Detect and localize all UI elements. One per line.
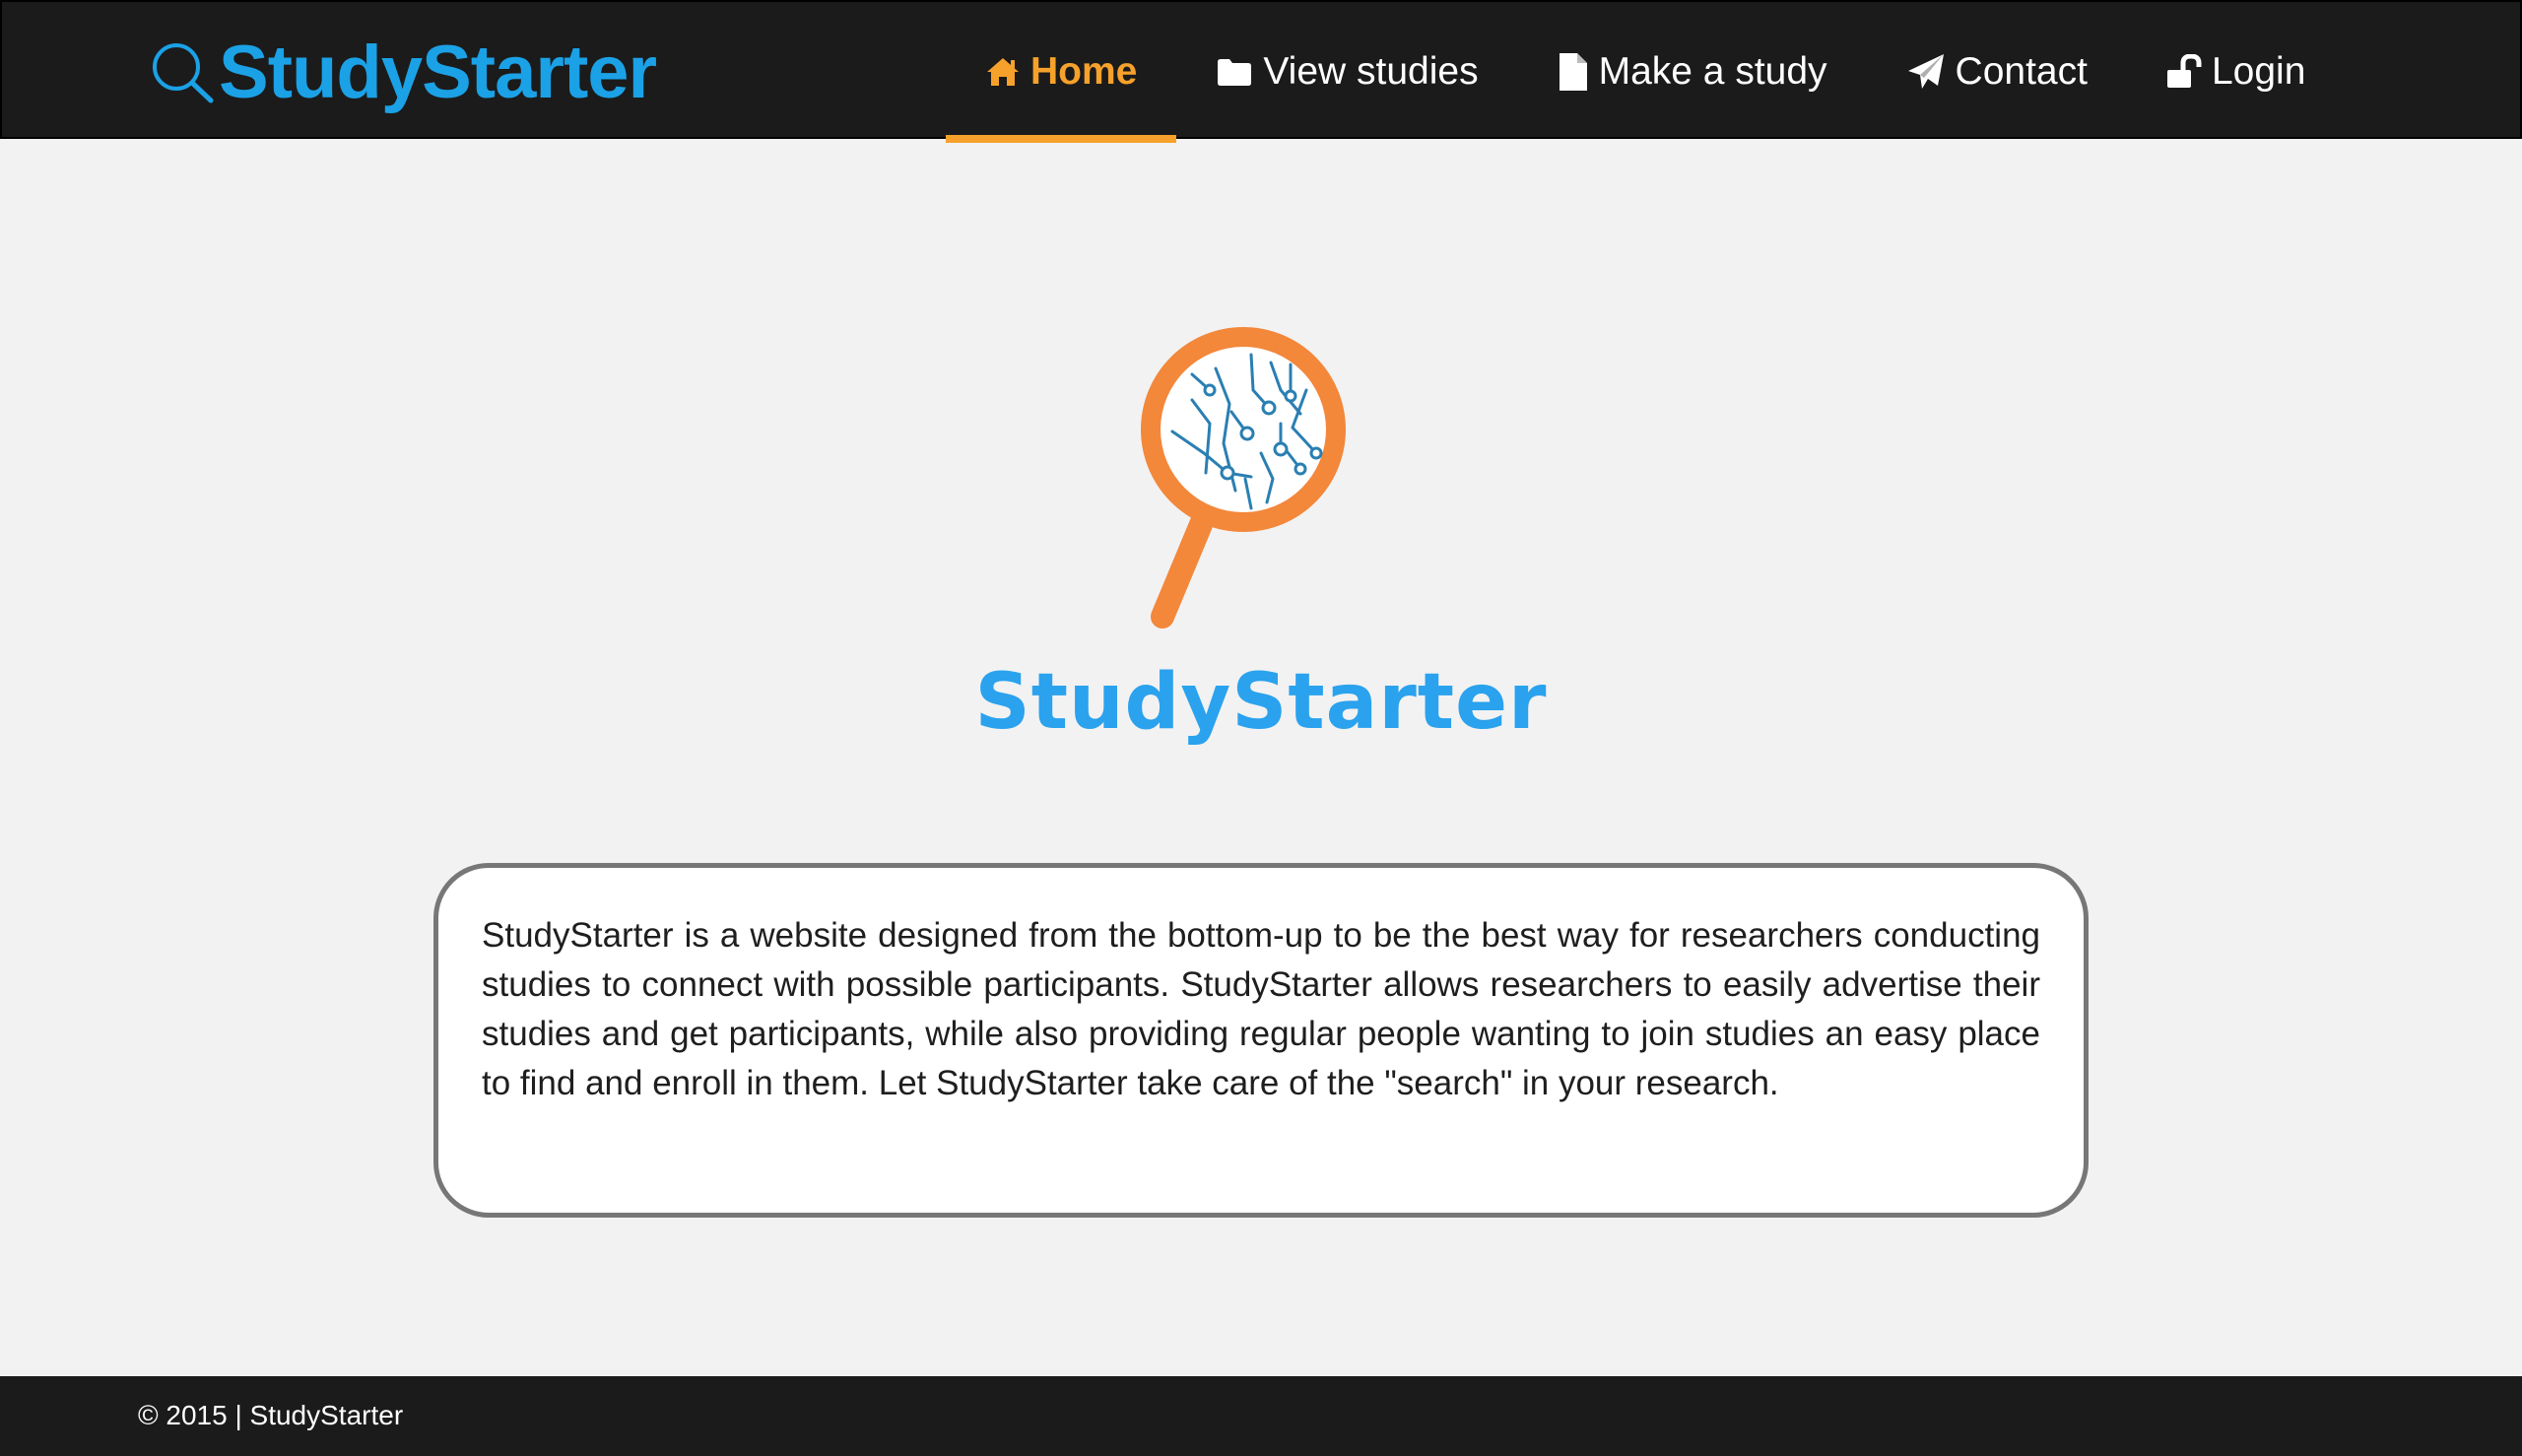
unlock-icon bbox=[2166, 53, 2202, 88]
magnifier-icon bbox=[153, 43, 214, 103]
about-text: StudyStarter is a website designed from … bbox=[482, 916, 2040, 1102]
main-nav: Home View studies Make a study Contact L… bbox=[946, 2, 2345, 143]
nav-view-studies[interactable]: View studies bbox=[1176, 2, 1517, 141]
nav-view-studies-label: View studies bbox=[1263, 49, 1479, 93]
nav-login-label: Login bbox=[2211, 49, 2306, 93]
hero-logo: StudyStarter bbox=[965, 305, 1557, 778]
nav-login[interactable]: Login bbox=[2127, 2, 2345, 141]
document-icon bbox=[1559, 52, 1587, 91]
home-icon bbox=[987, 57, 1019, 86]
about-box: StudyStarter is a website designed from … bbox=[433, 863, 2089, 1218]
top-navbar: StudyStarter Home View studies Make a st… bbox=[0, 0, 2522, 143]
footer: © 2015 | StudyStarter bbox=[0, 1376, 2522, 1456]
brand-link[interactable]: StudyStarter bbox=[148, 31, 657, 114]
nav-contact[interactable]: Contact bbox=[1867, 2, 2127, 141]
hero-logo-text: StudyStarter bbox=[974, 658, 1548, 747]
nav-contact-label: Contact bbox=[1955, 49, 2088, 93]
brand-name: StudyStarter bbox=[219, 31, 657, 114]
nav-make-study[interactable]: Make a study bbox=[1518, 2, 1867, 141]
nav-home[interactable]: Home bbox=[946, 2, 1177, 143]
folder-icon bbox=[1218, 58, 1252, 86]
nav-make-study-label: Make a study bbox=[1598, 49, 1827, 93]
nav-home-label: Home bbox=[1030, 49, 1138, 93]
footer-copyright: © 2015 | StudyStarter bbox=[138, 1400, 404, 1430]
magnifier-circuit-icon bbox=[1141, 327, 1346, 629]
paper-plane-icon bbox=[1907, 53, 1944, 89]
